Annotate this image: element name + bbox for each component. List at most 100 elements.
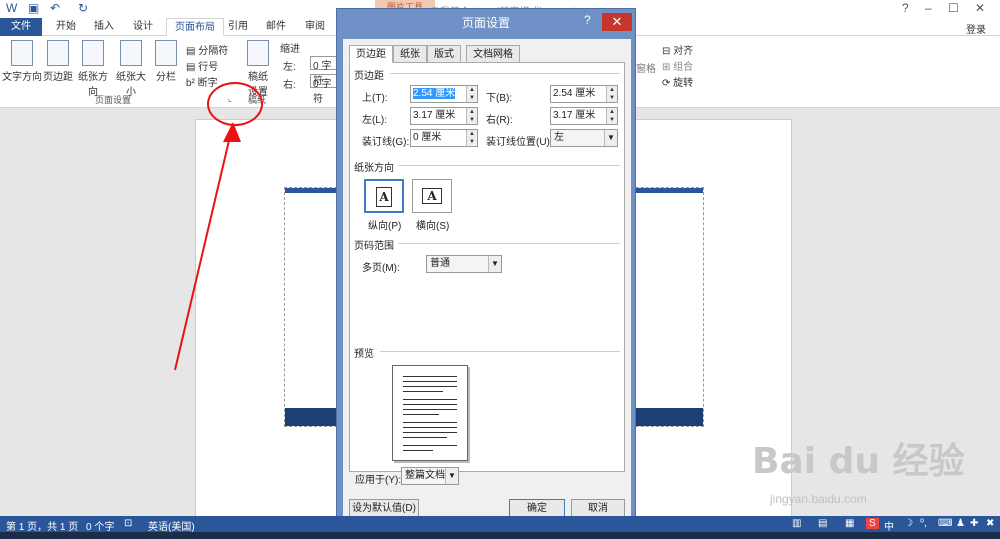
hyphenation-button[interactable]: b² 断字 [186,74,218,89]
ime-punct-icon[interactable]: ⁰, [920,518,927,529]
paper-size-icon [120,40,142,66]
ime-chinese-icon[interactable]: 中 [884,518,894,533]
margins-button[interactable]: 页边距 [43,40,73,83]
ime-shirt-icon[interactable]: ✚ [970,518,978,529]
close-icon[interactable]: ✕ [975,1,985,15]
apply-to-label: 应用于(Y): [355,475,402,486]
apply-to-select[interactable]: 整篇文档 ▼ [401,467,459,485]
size-button[interactable]: 纸张大小 [112,40,150,98]
left-margin-field[interactable]: 3.17 厘米 ▲ ▼ [410,107,478,125]
right-margin-field[interactable]: 3.17 厘米 ▲ ▼ [550,107,618,125]
group-button[interactable]: ⊞ 组合 [662,58,693,73]
align-button[interactable]: ⊟ 对齐 [662,42,693,57]
divider [398,165,620,166]
spinner-icon[interactable]: ▲ ▼ [466,108,477,124]
indent-left-label: 左: [283,62,296,73]
tab-page-layout[interactable]: 页面布局 [166,18,224,36]
chevron-down-icon: ▼ [488,256,501,272]
text-direction-button[interactable]: 文字方向 [2,40,42,83]
spinner-icon[interactable]: ▲ ▼ [606,86,617,102]
tab-references[interactable]: 引用 [220,18,256,36]
dialog-help-icon[interactable]: ? [584,13,591,27]
baidu-watermark-url: jingyan.baidu.com [770,492,867,506]
divider [390,73,620,74]
spinner-icon[interactable]: ▲ ▼ [466,86,477,102]
selection-pane-label[interactable]: 窗格 [636,60,656,75]
multiple-pages-select[interactable]: 普通 ▼ [426,255,502,273]
page-setup-dialog: 页面设置 ? ✕ 页边距 纸张 版式 文档网格 页边距 上(T): 2.54 厘… [336,8,636,526]
margins-icon [47,40,69,66]
gutter-position-select[interactable]: 左 ▼ [550,129,618,147]
dialog-body: 页边距 纸张 版式 文档网格 页边距 上(T): 2.54 厘米 ▲ ▼ 下(B):… [343,39,631,521]
gutter-label: 装订线(G): [362,137,410,148]
indent-right-label: 右: [283,80,296,91]
baidu-watermark-logo: Bai du 经验 [752,441,965,482]
ime-person-icon[interactable]: ♟ [956,518,965,529]
help-icon[interactable]: ? [902,1,909,15]
status-bar: 第 1 页，共 1 页 0 个字 ⊡ 英语(美国) ▥ ▤ ▦ S 中 ☽ ⁰,… [0,516,1000,533]
redo-icon[interactable]: ↻ [78,1,88,15]
draft-paper-icon [247,40,269,66]
tab-margins[interactable]: 页边距 [349,45,393,63]
orientation-icon [82,40,104,66]
ime-keyboard-icon[interactable]: ⌨ [938,518,952,529]
dialog-close-icon[interactable]: ✕ [602,13,632,31]
divider [380,351,620,352]
orientation-heading: 纸张方向 [354,163,394,174]
proofing-icon[interactable]: ⊡ [124,518,132,529]
preview-page [392,365,468,461]
rotate-button[interactable]: ⟳ 旋转 [662,74,693,89]
line-numbers-button[interactable]: ▤ 行号 [186,58,218,73]
print-layout-icon[interactable]: ▤ [818,518,827,529]
tab-insert[interactable]: 插入 [86,18,122,36]
chevron-down-icon: ▼ [604,130,617,146]
web-layout-icon[interactable]: ▦ [845,518,854,529]
word-count[interactable]: 0 个字 [86,518,114,533]
top-margin-label: 上(T): [362,93,388,104]
landscape-option[interactable]: A [412,179,452,213]
pages-heading: 页码范围 [354,241,394,252]
annotation-arrow [174,122,241,371]
chevron-down-icon: ▼ [445,468,458,484]
group-label-page-setup: 页面设置 [95,95,132,105]
indent-label: 缩进 [280,44,300,55]
page-count[interactable]: 第 1 页，共 1 页 [6,518,78,533]
language[interactable]: 英语(美国) [148,518,195,533]
breaks-button[interactable]: ▤ 分隔符 [186,42,228,57]
spinner-icon[interactable]: ▲ ▼ [466,130,477,146]
margins-heading: 页边距 [354,71,384,82]
maximize-icon[interactable]: ☐ [948,1,959,15]
ime-tools-icon[interactable]: ✖ [986,518,994,529]
preview-heading: 预览 [354,349,374,360]
login-link[interactable]: 登录 [966,21,986,36]
read-mode-icon[interactable]: ▥ [792,518,801,529]
portrait-option[interactable]: A [364,179,404,213]
columns-button[interactable]: 分栏 [152,40,180,83]
tab-home[interactable]: 开始 [48,18,84,36]
tab-mailings[interactable]: 邮件 [258,18,294,36]
portrait-icon: A [376,187,392,207]
gutter-field[interactable]: 0 厘米 ▲ ▼ [410,129,478,147]
save-icon[interactable]: ▣ [28,1,39,15]
tab-review[interactable]: 审阅 [297,18,333,36]
columns-icon [155,40,177,66]
bottom-margin-field[interactable]: 2.54 厘米 ▲ ▼ [550,85,618,103]
indent-right-field[interactable]: 0 字符 [310,74,338,105]
tab-paper[interactable]: 纸张 [393,45,427,63]
tab-design[interactable]: 设计 [125,18,161,36]
spinner-icon[interactable]: ▲ ▼ [606,108,617,124]
tab-file[interactable]: 文件 [0,18,42,36]
indent-left-field[interactable]: 0 字符 [310,56,338,87]
windows-taskbar [0,532,1000,539]
tab-document-grid[interactable]: 文档网格 [466,45,520,63]
tab-layout[interactable]: 版式 [427,45,461,63]
right-margin-label: 右(R): [486,115,513,126]
ime-moon-icon[interactable]: ☽ [904,518,913,529]
ime-sogou-icon[interactable]: S [866,518,879,529]
undo-icon[interactable]: ↶ [50,1,60,15]
minimize-icon[interactable]: – [925,1,932,15]
portrait-label: 纵向(P) [368,221,402,232]
orientation-button[interactable]: 纸张方向 [74,40,112,98]
top-margin-field[interactable]: 2.54 厘米 ▲ ▼ [410,85,478,103]
text-direction-icon [11,40,33,66]
